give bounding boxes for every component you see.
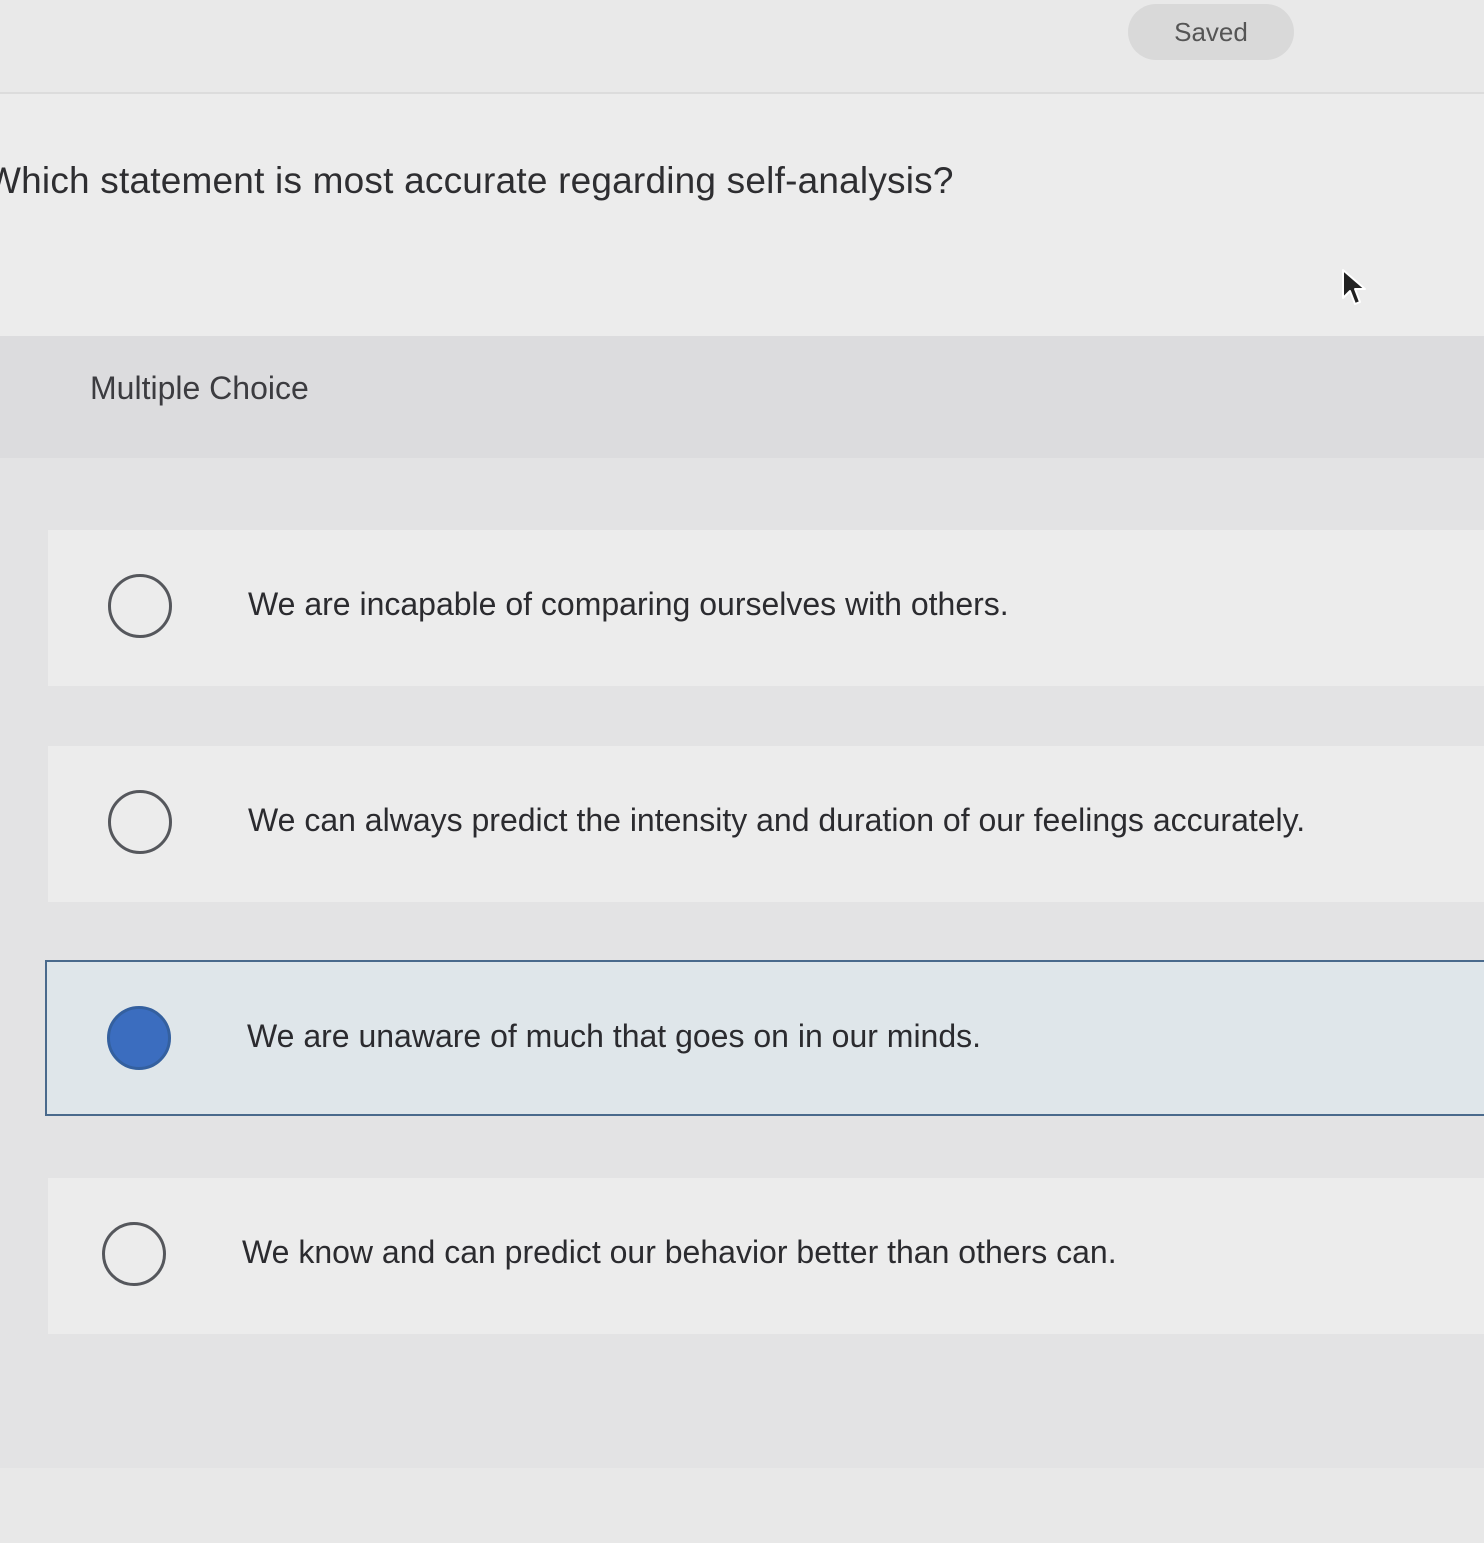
question-text: Which statement is most accurate regardi… — [0, 160, 954, 201]
answer-text: We are unaware of much that goes on in o… — [247, 1018, 982, 1054]
answer-text: We know and can predict our behavior bet… — [242, 1234, 1117, 1270]
answer-option-3-selected[interactable]: We are unaware of much that goes on in o… — [45, 960, 1484, 1116]
radio-button[interactable] — [108, 790, 172, 854]
question-area — [0, 94, 1484, 338]
question-type-label: Multiple Choice — [90, 370, 309, 406]
radio-button[interactable] — [102, 1222, 166, 1286]
mouse-pointer-icon — [1342, 269, 1366, 305]
answer-text: We are incapable of comparing ourselves … — [248, 586, 1009, 622]
answer-option-1[interactable]: We are incapable of comparing ourselves … — [48, 530, 1484, 686]
footer-area — [0, 1468, 1484, 1543]
radio-button-selected[interactable] — [107, 1006, 171, 1070]
answer-option-4[interactable]: We know and can predict our behavior bet… — [48, 1178, 1484, 1334]
radio-button[interactable] — [108, 574, 172, 638]
answer-text: We can always predict the intensity and … — [248, 802, 1306, 838]
answer-option-2[interactable]: We can always predict the intensity and … — [48, 746, 1484, 902]
saved-status-badge: Saved — [1128, 4, 1294, 60]
